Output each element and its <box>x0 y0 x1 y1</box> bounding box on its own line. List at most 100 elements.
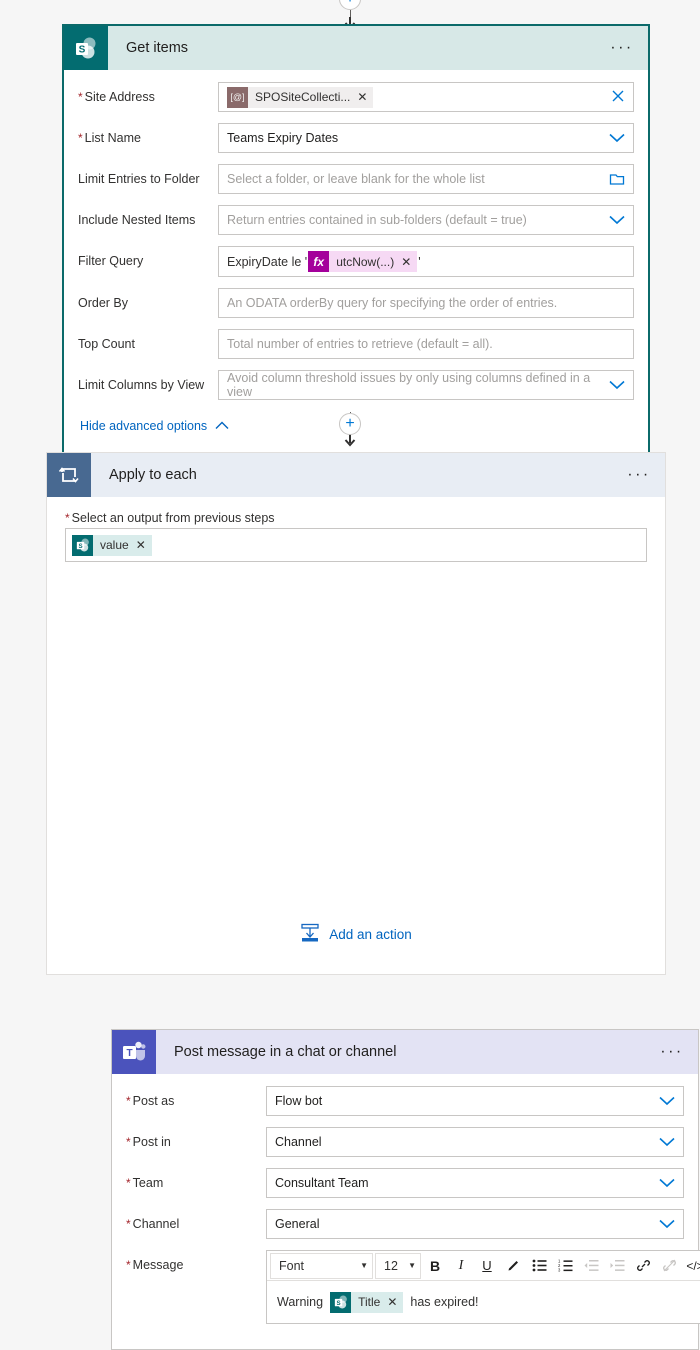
fx-icon: fx <box>308 251 330 272</box>
numbered-list-icon[interactable]: 1 2 3 <box>552 1253 578 1279</box>
card-menu-post-message[interactable]: ··· <box>658 1044 698 1060</box>
output-field-label: Select an output from previous steps <box>65 511 647 525</box>
card-header-post-message[interactable]: T Post message in a chat or channel ··· <box>112 1030 698 1074</box>
folder-picker-icon[interactable] <box>609 172 625 186</box>
field-input-filter-query[interactable]: ExpiryDate le ' fx utcNow(...) ✕ ' <box>218 246 634 277</box>
font-family-select[interactable]: Font ▼ <box>270 1252 373 1279</box>
field-input-list-name[interactable]: Teams Expiry Dates <box>218 123 634 153</box>
message-body[interactable]: Warning S Title ✕ has expired! <box>267 1281 700 1323</box>
token-utcnow[interactable]: fx utcNow(...) ✕ <box>308 251 418 272</box>
svg-text:3: 3 <box>558 1268 561 1272</box>
field-input-post-as[interactable]: Flow bot <box>266 1086 684 1116</box>
plus-icon: + <box>345 415 355 432</box>
add-action-icon <box>300 923 320 946</box>
font-size-value: 12 <box>384 1258 398 1273</box>
token-remove-icon[interactable]: ✕ <box>136 538 146 552</box>
svg-text:S: S <box>336 1300 340 1307</box>
plus-icon: + <box>345 0 354 7</box>
field-label-top-count: Top Count <box>78 336 135 351</box>
card-menu-get-items[interactable]: ··· <box>608 40 648 56</box>
field-input-order-by[interactable]: An ODATA orderBy query for specifying th… <box>218 288 634 318</box>
token-site-address[interactable]: [@] SPOSiteCollecti... ✕ <box>227 86 374 108</box>
field-row-limit-entries-to-folder: Limit Entries to Folder Select a folder,… <box>78 164 634 194</box>
underline-icon[interactable]: U <box>474 1253 500 1279</box>
chevron-down-icon[interactable] <box>659 1219 675 1229</box>
bold-icon[interactable]: B <box>422 1253 448 1279</box>
chevron-down-icon[interactable] <box>609 380 625 390</box>
token-remove-icon[interactable]: ✕ <box>401 255 411 269</box>
field-placeholder: Select a folder, or leave blank for the … <box>227 172 485 186</box>
sharepoint-icon: S <box>330 1291 352 1313</box>
svg-text:T: T <box>126 1048 132 1059</box>
card-body-get-items: Site Address [@] SPOSiteCollecti... ✕ <box>64 70 648 453</box>
italic-icon[interactable]: I <box>448 1253 474 1279</box>
chevron-down-icon[interactable] <box>659 1178 675 1188</box>
rich-text-toolbar: Font ▼ 12 ▼ B I U 1 2 3 </ <box>267 1251 700 1281</box>
field-input-limit-entries-to-folder[interactable]: Select a folder, or leave blank for the … <box>218 164 634 194</box>
field-input-include-nested-items[interactable]: Return entries contained in sub-folders … <box>218 205 634 235</box>
field-row-top-count: Top Count Total number of entries to ret… <box>78 329 634 359</box>
action-card-post-message[interactable]: T Post message in a chat or channel ··· … <box>111 1029 700 1350</box>
field-input-site-address[interactable]: [@] SPOSiteCollecti... ✕ <box>218 82 634 112</box>
action-card-get-items[interactable]: S Get items ··· Site Address [@] SPOSite… <box>62 24 650 455</box>
increase-indent-icon[interactable] <box>604 1253 630 1279</box>
clear-icon[interactable] <box>611 89 625 106</box>
font-size-select[interactable]: 12 ▼ <box>375 1252 421 1279</box>
card-body-apply-to-each: Select an output from previous steps S v… <box>47 497 665 576</box>
field-input-limit-columns-by-view[interactable]: Avoid column threshold issues by only us… <box>218 370 634 400</box>
message-suffix: has expired! <box>410 1295 479 1309</box>
link-icon[interactable] <box>630 1253 656 1279</box>
add-an-action-button[interactable]: Add an action <box>47 923 665 946</box>
field-label-limit-columns-by-view: Limit Columns by View <box>78 377 205 392</box>
chevron-down-icon[interactable] <box>659 1096 675 1106</box>
chevron-down-icon: ▼ <box>408 1261 416 1270</box>
decrease-indent-icon[interactable] <box>578 1253 604 1279</box>
field-placeholder: Avoid column threshold issues by only us… <box>227 371 591 399</box>
token-label: Title <box>358 1295 381 1309</box>
field-value-post-in: Channel <box>275 1135 322 1149</box>
card-header-get-items[interactable]: S Get items ··· <box>64 26 648 70</box>
card-title-apply-to-each: Apply to each <box>109 467 197 483</box>
message-rich-text-editor[interactable]: Font ▼ 12 ▼ B I U 1 2 3 </ Warning S Tit… <box>266 1250 700 1324</box>
chevron-down-icon[interactable] <box>609 133 625 143</box>
field-row-post-in: Post in Channel <box>126 1127 684 1157</box>
field-label-post-as: Post as <box>126 1094 266 1109</box>
field-input-post-in[interactable]: Channel <box>266 1127 684 1157</box>
field-row-site-address: Site Address [@] SPOSiteCollecti... ✕ <box>78 82 634 112</box>
token-remove-icon[interactable]: ✕ <box>387 1295 397 1309</box>
field-input-top-count[interactable]: Total number of entries to retrieve (def… <box>218 329 634 359</box>
unlink-icon[interactable] <box>656 1253 682 1279</box>
token-label: utcNow(...) <box>336 254 395 269</box>
card-header-apply-to-each[interactable]: Apply to each ··· <box>47 453 665 497</box>
field-row-message: Message Font ▼ 12 ▼ B I U <box>126 1250 700 1324</box>
field-input-channel[interactable]: General <box>266 1209 684 1239</box>
code-view-icon[interactable]: </> <box>682 1253 700 1279</box>
field-row-include-nested-items: Include Nested Items Return entries cont… <box>78 205 634 235</box>
field-input-team[interactable]: Consultant Team <box>266 1168 684 1198</box>
card-menu-apply-to-each[interactable]: ··· <box>625 467 665 483</box>
field-placeholder: Total number of entries to retrieve (def… <box>227 337 493 351</box>
chevron-down-icon[interactable] <box>659 1137 675 1147</box>
field-label-filter-query: Filter Query <box>78 254 144 268</box>
token-remove-icon[interactable]: ✕ <box>357 90 367 104</box>
action-card-apply-to-each[interactable]: Apply to each ··· Select an output from … <box>46 452 700 1350</box>
highlighter-icon[interactable] <box>500 1253 526 1279</box>
token-title[interactable]: S Title ✕ <box>330 1291 404 1313</box>
field-label-include-nested-items: Include Nested Items <box>78 212 196 227</box>
field-value-post-as: Flow bot <box>275 1094 323 1108</box>
insert-step-button-top[interactable]: + <box>339 0 361 10</box>
sharepoint-icon: S <box>72 534 93 556</box>
output-field-input[interactable]: S value ✕ <box>65 528 647 562</box>
token-label: SPOSiteCollecti... <box>255 90 351 104</box>
message-prefix: Warning <box>277 1295 324 1309</box>
field-label-channel: Channel <box>126 1217 266 1232</box>
insert-step-button-middle[interactable]: + <box>339 413 361 435</box>
token-value[interactable]: S value ✕ <box>72 534 152 556</box>
chevron-down-icon[interactable] <box>609 215 625 225</box>
field-label-message: Message <box>126 1250 266 1273</box>
field-placeholder: An ODATA orderBy query for specifying th… <box>227 296 558 310</box>
field-row-list-name: List Name Teams Expiry Dates <box>78 123 634 153</box>
bulleted-list-icon[interactable] <box>526 1253 552 1279</box>
field-row-post-as: Post as Flow bot <box>126 1086 684 1116</box>
chevron-down-icon: ▼ <box>360 1261 368 1270</box>
